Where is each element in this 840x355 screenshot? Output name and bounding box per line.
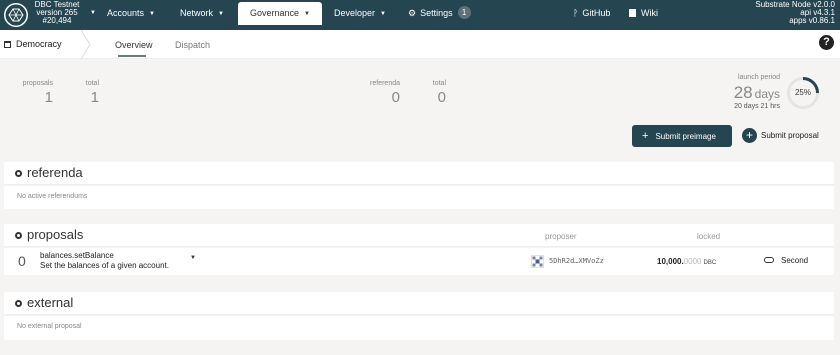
launch-period-days-unit: days [754,87,780,101]
summary-proposals-label: proposals [22,80,53,87]
nav-wiki-label: Wiki [641,8,658,18]
nav-github[interactable]: ᚹ GitHub [573,0,610,27]
nav-accounts[interactable]: Accounts ▼ [107,0,155,27]
launch-period-label: launch period [737,74,780,81]
launch-period-days-value: 28 [733,83,753,102]
submit-preimage-button[interactable]: + Submit preimage [632,125,732,147]
external-header: external [4,292,834,315]
submit-proposal-button[interactable]: + Submit proposal [742,128,819,143]
second-button[interactable]: Second [764,256,808,265]
locked-amount-unit: DBC [703,260,717,266]
proposal-call-name: balances.setBalance [40,251,114,260]
chain-block: #20,494 [42,16,72,25]
summary-referenda-total-value: 0 [437,89,446,106]
table-row: 0 balances.setBalance Set the balances o… [4,248,834,275]
summary-referenda: referenda 0 [364,80,400,106]
bullet-icon [15,170,22,177]
launch-progress-ring: 25% [786,76,820,110]
chevron-down-icon: ▼ [380,11,386,17]
nav-network[interactable]: Network ▼ [180,0,224,27]
locked-amount-decimals: 0000 [683,257,702,266]
locked-amount: 10,000.0000 DBC [657,257,716,266]
nav-governance-label: Governance [250,8,300,18]
proposal-index: 0 [18,253,26,269]
expand-chevron-icon[interactable]: ▼ [190,255,196,261]
external-title: external [27,295,74,310]
nav-accounts-label: Accounts [107,8,145,18]
launch-progress-percent: 25% [794,88,811,97]
section-title: Democracy [4,39,62,49]
nav-settings-label: Settings [420,8,453,18]
help-icon[interactable]: ? [819,35,834,50]
submit-preimage-label: Submit preimage [655,132,716,141]
chain-logo-icon [4,3,28,27]
chevron-down-icon: ▼ [90,10,96,16]
settings-badge: 1 [457,6,471,19]
proposal-call: balances.setBalance Set the balances of … [40,251,169,271]
bullet-icon [15,300,22,307]
book-icon [629,9,636,17]
proposer-address[interactable]: 5DhR2d…XMVoZz [549,257,604,265]
summary-referenda-label: referenda [370,80,400,87]
referenda-header: referenda [4,162,834,185]
referenda-empty-text: No active referendums [17,193,88,200]
proposals-header: proposals proposer locked [4,224,834,247]
node-apps-version: apps v0.86.1 [789,16,835,25]
proposal-call-description: Set the balances of a given account. [40,261,169,270]
top-nav-bar: DBC Testnet version 265 #20,494 ▼ Accoun… [0,0,840,30]
summary-proposals: proposals 1 [17,80,53,106]
summary-proposals-value: 1 [44,89,53,106]
referenda-body: No active referendums [4,186,834,209]
bullet-icon [15,232,22,239]
nav-settings[interactable]: ⚙ Settings 1 [408,0,471,27]
second-button-label: Second [781,256,809,265]
active-tab-indicator [118,55,146,57]
nav-governance[interactable]: Governance ▼ [238,2,322,25]
nav-github-label: GitHub [582,8,611,18]
nav-network-label: Network [180,8,214,18]
referenda-title: referenda [27,165,83,180]
tab-dispatch[interactable]: Dispatch [175,40,210,50]
external-empty-text: No external proposal [17,323,82,330]
proposals-title: proposals [27,227,84,242]
chevron-down-icon: ▼ [304,11,310,17]
identicon-icon [531,255,544,268]
launch-period-remaining: 20 days 21 hrs [734,103,780,110]
nav-developer-label: Developer [334,8,376,18]
external-body: No external proposal [4,316,834,340]
plus-circle-icon: + [742,128,757,143]
summary-referenda-value: 0 [391,89,400,106]
chevron-down-icon: ▼ [218,11,224,17]
tab-overview[interactable]: Overview [115,40,153,50]
submit-proposal-label: Submit proposal [761,131,819,140]
summary-proposals-total-value: 1 [90,89,99,106]
branch-icon: ᚹ [573,8,579,18]
calendar-icon [4,41,11,48]
section-title-label: Democracy [16,39,62,49]
sub-nav-bar: Democracy Overview Dispatch ? [0,30,840,59]
breadcrumb-separator [80,30,91,59]
summary-referenda-total-label: total [432,80,446,87]
gears-icon: ⚙ [408,8,417,18]
summary-proposals-total-label: total [85,80,99,87]
summary-proposals-total: total 1 [80,80,99,106]
chain-selector[interactable]: DBC Testnet version 265 #20,494 ▼ [30,1,96,25]
chevron-down-icon: ▼ [149,11,155,17]
launch-period-days: 28 days [734,84,780,103]
summary-referenda-total: total 0 [428,80,446,106]
locked-amount-int: 10,000. [657,257,684,266]
locked-column-header: locked [697,232,721,241]
nav-wiki[interactable]: Wiki [629,0,658,27]
proposer-column-header: proposer [545,232,577,241]
node-info: Substrate Node v2.0.0 api v4.3.1 apps v0… [755,1,835,25]
link-icon [764,257,774,263]
nav-developer[interactable]: Developer ▼ [334,0,386,27]
plus-icon: + [642,130,649,142]
launch-period: launch period 28 days 20 days 21 hrs [734,74,780,110]
